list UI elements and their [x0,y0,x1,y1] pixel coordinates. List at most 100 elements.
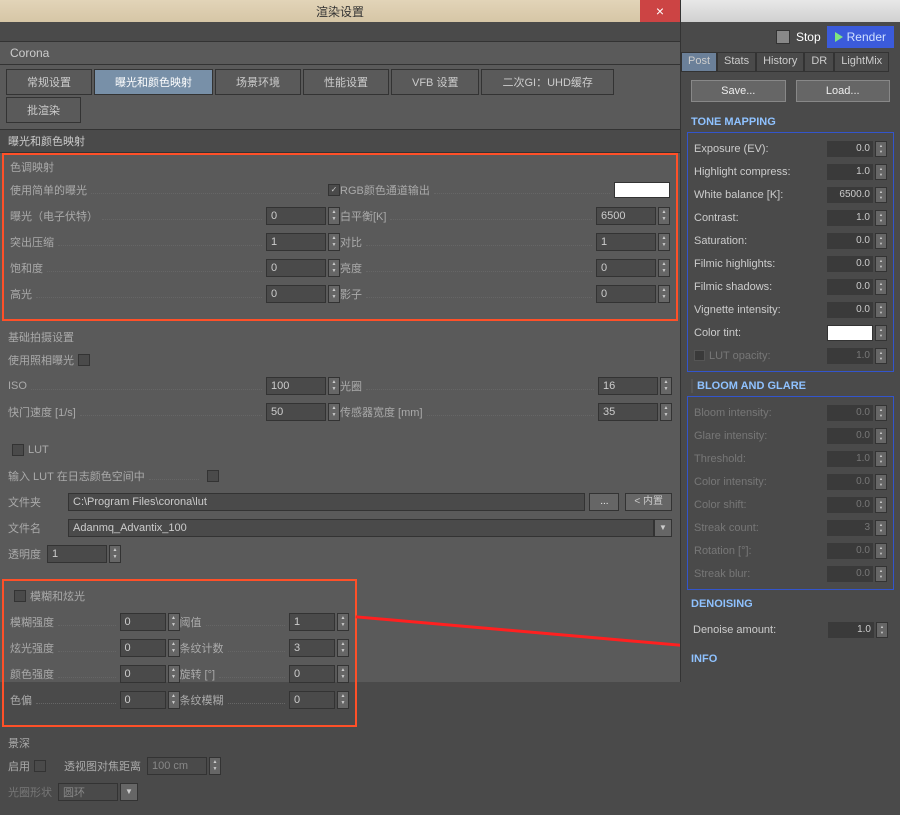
val-lut-opacity[interactable]: 1.0 [827,348,873,364]
input-rotation[interactable]: 0 [289,665,335,683]
spin-denoise-amount[interactable] [876,622,888,638]
save-button[interactable]: Save... [691,80,786,102]
input-color-intensity[interactable]: 0 [120,665,166,683]
checkbox-bloom-enable[interactable] [691,379,693,393]
input-blur-intensity[interactable]: 0 [120,613,166,631]
spinner-exposure-ev[interactable] [328,207,340,225]
input-color-shift[interactable]: 0 [120,691,166,709]
spinner-saturation[interactable] [328,259,340,277]
val-contrast[interactable]: 1.0 [827,210,873,226]
input-sensor[interactable]: 35 [598,403,658,421]
inner-lut-button[interactable]: < 内置 [625,493,672,511]
val-denoise-amount[interactable]: 1.0 [828,622,874,638]
input-iso[interactable]: 100 [266,377,326,395]
checkbox-blur-glare[interactable] [14,590,26,602]
browse-button[interactable]: ... [589,493,619,511]
checkbox-lut-opacity[interactable] [694,350,705,361]
spin-threshold-r[interactable] [875,451,887,467]
input-saturation[interactable]: 0 [266,259,326,277]
input-aperture-shape[interactable]: 圆环 [58,783,118,801]
spin-bloom-intensity[interactable] [875,405,887,421]
val-color-shift-r[interactable]: 0.0 [827,497,873,513]
spin-color-intensity-r[interactable] [875,474,887,490]
render-button[interactable]: Render [827,26,894,48]
checkbox-lut-log[interactable] [207,470,219,482]
tab-history[interactable]: History [756,52,804,72]
swatch-color-tint[interactable] [827,325,873,341]
checkbox-lut-enable[interactable] [12,444,24,456]
spinner-white-balance[interactable] [658,207,670,225]
tab-vfb[interactable]: VFB 设置 [391,69,479,95]
stop-button[interactable]: Stop [796,30,821,44]
tab-gi[interactable]: 二次GI：UHD缓存 [481,69,613,95]
spin-vignette[interactable] [875,302,887,318]
spinner-shadow[interactable] [658,285,670,303]
spin-streak-blur-r[interactable] [875,566,887,582]
val-filmic-shadows[interactable]: 0.0 [827,279,873,295]
dropdown-lut-file[interactable]: ▼ [654,519,672,537]
spin-glare-intensity-r[interactable] [875,428,887,444]
spinner-streak-count[interactable] [337,639,349,657]
input-highlight-compress[interactable]: 1 [266,233,326,251]
spinner-glare-intensity[interactable] [168,639,180,657]
spinner-streak-blur[interactable] [337,691,349,709]
dropdown-aperture-shape[interactable]: ▼ [120,783,138,801]
tab-dr[interactable]: DR [804,52,834,72]
input-highlight[interactable]: 0 [266,285,326,303]
input-perspective-focal[interactable]: 100 cm [147,757,207,775]
spinner-contrast[interactable] [658,233,670,251]
val-exposure-ev[interactable]: 0.0 [827,141,873,157]
checkbox-use-camera-exposure[interactable] [78,354,90,366]
spinner-brightness[interactable] [658,259,670,277]
spin-saturation[interactable] [875,233,887,249]
val-bloom-intensity[interactable]: 0.0 [827,405,873,421]
input-contrast[interactable]: 1 [596,233,656,251]
input-exposure-ev[interactable]: 0 [266,207,326,225]
spinner-threshold[interactable] [337,613,349,631]
spinner-aperture[interactable] [660,377,672,395]
spin-streak-count-r[interactable] [875,520,887,536]
swatch-rgb-output[interactable] [614,182,670,198]
checkbox-stop-lock[interactable] [776,30,790,44]
spinner-sensor[interactable] [660,403,672,421]
input-white-balance[interactable]: 6500 [596,207,656,225]
spinner-perspective-focal[interactable] [209,757,221,775]
spinner-highlight-compress[interactable] [328,233,340,251]
spinner-iso[interactable] [328,377,340,395]
spin-color-shift-r[interactable] [875,497,887,513]
spinner-color-intensity[interactable] [168,665,180,683]
input-streak-count[interactable]: 3 [289,639,335,657]
spin-contrast[interactable] [875,210,887,226]
input-aperture[interactable]: 16 [598,377,658,395]
input-threshold[interactable]: 1 [289,613,335,631]
input-shutter[interactable]: 50 [266,403,326,421]
val-glare-intensity-r[interactable]: 0.0 [827,428,873,444]
val-white-balance[interactable]: 6500.0 [827,187,873,203]
spin-white-balance[interactable] [875,187,887,203]
input-glare-intensity[interactable]: 0 [120,639,166,657]
val-highlight-compress[interactable]: 1.0 [827,164,873,180]
tab-lightmix[interactable]: LightMix [834,52,889,72]
input-brightness[interactable]: 0 [596,259,656,277]
tab-batch[interactable]: 批渲染 [6,97,81,123]
input-streak-blur[interactable]: 0 [289,691,335,709]
tab-exposure[interactable]: 曝光和颜色映射 [94,69,213,95]
tab-performance[interactable]: 性能设置 [303,69,389,95]
val-streak-count-r[interactable]: 3 [827,520,873,536]
val-filmic-highlights[interactable]: 0.0 [827,256,873,272]
spinner-rotation[interactable] [337,665,349,683]
spinner-lut-opacity[interactable] [109,545,121,563]
spin-highlight-compress[interactable] [875,164,887,180]
spin-color-tint[interactable] [875,325,887,341]
tab-post[interactable]: Post [681,52,717,72]
input-lut-opacity[interactable]: 1 [47,545,107,563]
val-streak-blur-r[interactable]: 0.0 [827,566,873,582]
val-threshold-r[interactable]: 1.0 [827,451,873,467]
spinner-shutter[interactable] [328,403,340,421]
load-button[interactable]: Load... [796,80,891,102]
spinner-color-shift[interactable] [168,691,180,709]
val-color-intensity-r[interactable]: 0.0 [827,474,873,490]
spin-filmic-highlights[interactable] [875,256,887,272]
spinner-blur-intensity[interactable] [168,613,180,631]
spin-rotation-r[interactable] [875,543,887,559]
